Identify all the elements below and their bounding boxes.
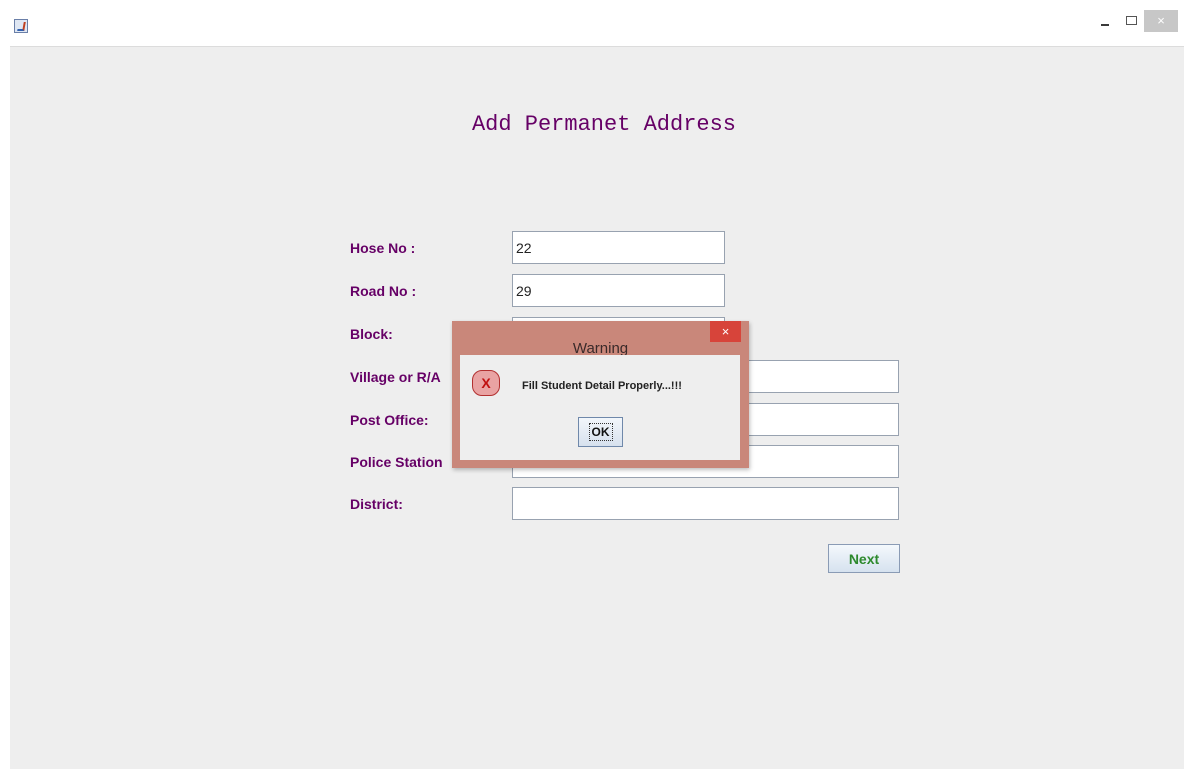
maximize-button[interactable] [1118, 10, 1144, 32]
house-no-field[interactable] [512, 231, 725, 264]
title-bar: × [10, 10, 1184, 47]
dialog-body: X Fill Student Detail Properly...!!! OK [460, 355, 740, 460]
error-icon: X [472, 370, 500, 396]
warning-dialog: Warning × X Fill Student Detail Properly… [452, 321, 749, 468]
ok-button[interactable]: OK [578, 417, 623, 447]
village-label: Village or R/A [350, 369, 441, 385]
app-window: × Add Permanet Address Hose No : Road No… [10, 10, 1184, 769]
ok-button-label: OK [588, 423, 613, 441]
minimize-button[interactable] [1092, 10, 1118, 32]
block-label: Block: [350, 326, 393, 342]
dialog-message: Fill Student Detail Properly...!!! [522, 380, 682, 392]
java-cup-icon [14, 19, 28, 33]
next-button[interactable]: Next [828, 544, 900, 573]
road-no-field[interactable] [512, 274, 725, 307]
district-label: District: [350, 496, 403, 512]
police-station-label: Police Station [350, 454, 443, 470]
house-no-label: Hose No : [350, 240, 416, 256]
post-office-label: Post Office: [350, 412, 429, 428]
dialog-close-button[interactable]: × [710, 321, 741, 342]
road-no-label: Road No : [350, 283, 417, 299]
window-close-button[interactable]: × [1144, 10, 1178, 32]
district-field[interactable] [512, 487, 899, 520]
page-title: Add Permanet Address [471, 112, 737, 137]
